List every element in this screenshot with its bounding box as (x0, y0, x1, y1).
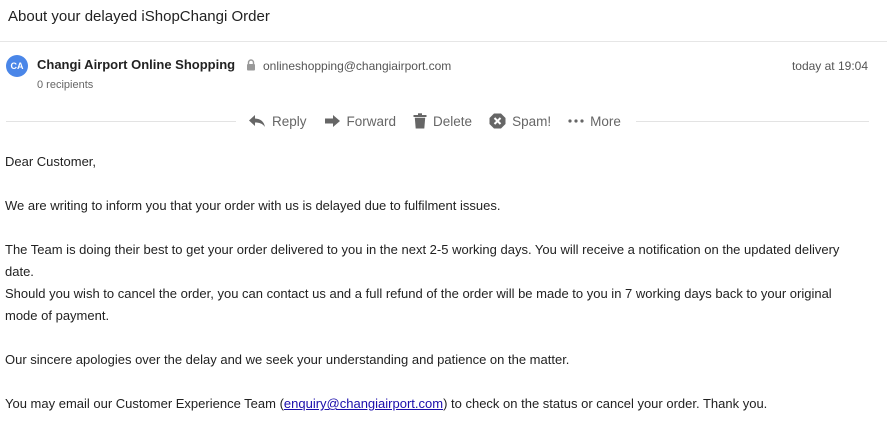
spam-label: Spam! (512, 113, 552, 129)
lock-icon (247, 59, 255, 71)
recipients-count[interactable]: 0 recipients (37, 79, 93, 91)
toolbar-divider-left (6, 121, 236, 122)
subject-divider (0, 41, 887, 42)
spam-icon (489, 113, 506, 129)
reply-label: Reply (272, 113, 307, 129)
more-label: More (590, 113, 621, 129)
trash-icon (413, 113, 427, 129)
email-timestamp: today at 19:04 (791, 59, 868, 73)
forward-icon (324, 115, 340, 127)
delete-label: Delete (433, 113, 473, 129)
more-button[interactable]: More (568, 114, 621, 129)
contact-text-before: You may email our Customer Experience Te… (5, 396, 284, 411)
more-icon (568, 119, 584, 123)
delete-button[interactable]: Delete (413, 113, 472, 129)
body-paragraph-contact: You may email our Customer Experience Te… (5, 393, 865, 415)
sender-name[interactable]: Changi Airport Online Shopping (37, 57, 235, 72)
body-paragraph: The Team is doing their best to get your… (5, 242, 840, 279)
body-paragraph: We are writing to inform you that your o… (5, 198, 501, 213)
reply-button[interactable]: Reply (248, 114, 307, 129)
email-body: Dear Customer, We are writing to inform … (5, 151, 865, 437)
greeting: Dear Customer, (5, 154, 97, 169)
body-paragraph: Should you wish to cancel the order, you… (5, 286, 832, 323)
body-paragraph: Our sincere apologies over the delay and… (5, 352, 570, 367)
email-subject: About your delayed iShopChangi Order (8, 8, 270, 25)
message-toolbar: Reply Forward Delete Spam! More (248, 110, 621, 132)
toolbar-divider-right (636, 121, 869, 122)
spam-button[interactable]: Spam! (489, 113, 551, 129)
sender-email[interactable]: onlineshopping@changiairport.com (263, 59, 451, 73)
contact-text-after: ) to check on the status or cancel your … (443, 396, 768, 411)
sender-avatar: CA (6, 55, 28, 77)
forward-button[interactable]: Forward (324, 113, 397, 129)
enquiry-email-link[interactable]: enquiry@changiairport.com (284, 396, 443, 411)
forward-label: Forward (346, 113, 397, 129)
reply-icon (249, 115, 265, 127)
